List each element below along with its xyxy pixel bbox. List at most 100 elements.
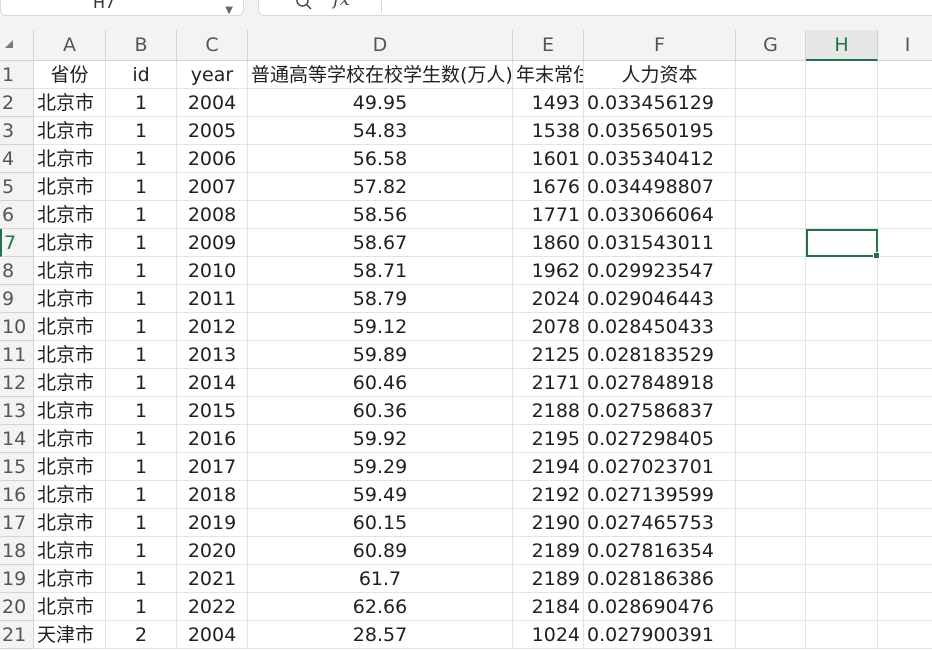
human-capital-cell[interactable]: 0.028450433 xyxy=(584,313,736,341)
students-cell[interactable]: 58.71 xyxy=(248,257,513,285)
id-cell[interactable]: 1 xyxy=(106,509,177,537)
empty-cell[interactable] xyxy=(806,425,878,453)
population-cell[interactable]: 1676 xyxy=(513,173,584,201)
province-cell[interactable]: 北京市 xyxy=(34,341,106,369)
empty-cell[interactable] xyxy=(878,621,932,649)
human-capital-cell[interactable]: 0.034498807 xyxy=(584,173,736,201)
id-cell[interactable]: 2 xyxy=(106,621,177,649)
empty-cell[interactable] xyxy=(736,313,806,341)
human-capital-cell[interactable]: 0.029923547 xyxy=(584,257,736,285)
year-cell[interactable]: 2021 xyxy=(177,565,248,593)
header-cell[interactable]: 人力资本 xyxy=(584,61,736,89)
empty-cell[interactable] xyxy=(878,89,932,117)
province-cell[interactable]: 北京市 xyxy=(34,117,106,145)
empty-cell[interactable] xyxy=(806,509,878,537)
province-cell[interactable]: 北京市 xyxy=(34,593,106,621)
students-cell[interactable]: 28.57 xyxy=(248,621,513,649)
column-header-b[interactable]: B xyxy=(106,30,177,61)
empty-cell[interactable] xyxy=(806,481,878,509)
population-cell[interactable]: 2024 xyxy=(513,285,584,313)
id-cell[interactable]: 1 xyxy=(106,369,177,397)
population-cell[interactable]: 2078 xyxy=(513,313,584,341)
id-cell[interactable]: 1 xyxy=(106,285,177,313)
id-cell[interactable]: 1 xyxy=(106,453,177,481)
search-icon[interactable] xyxy=(295,0,313,15)
human-capital-cell[interactable]: 0.027900391 xyxy=(584,621,736,649)
year-cell[interactable]: 2020 xyxy=(177,537,248,565)
empty-cell[interactable] xyxy=(736,341,806,369)
students-cell[interactable]: 59.89 xyxy=(248,341,513,369)
row-header[interactable]: 17 xyxy=(0,509,34,537)
header-cell[interactable]: year xyxy=(177,61,248,89)
province-cell[interactable]: 北京市 xyxy=(34,257,106,285)
year-cell[interactable]: 2018 xyxy=(177,481,248,509)
population-cell[interactable]: 1024 xyxy=(513,621,584,649)
row-header[interactable]: 14 xyxy=(0,425,34,453)
empty-cell[interactable] xyxy=(878,313,932,341)
human-capital-cell[interactable]: 0.035340412 xyxy=(584,145,736,173)
empty-cell[interactable] xyxy=(736,173,806,201)
name-box[interactable]: H7 ▼ xyxy=(0,0,244,16)
empty-cell[interactable] xyxy=(736,369,806,397)
function-icon[interactable]: fx xyxy=(333,0,350,10)
empty-cell[interactable] xyxy=(806,369,878,397)
empty-cell[interactable] xyxy=(878,201,932,229)
column-header-h[interactable]: H xyxy=(806,30,878,61)
column-header-f[interactable]: F xyxy=(584,30,736,61)
population-cell[interactable]: 2195 xyxy=(513,425,584,453)
students-cell[interactable]: 58.67 xyxy=(248,229,513,257)
column-header-g[interactable]: G xyxy=(736,30,806,61)
id-cell[interactable]: 1 xyxy=(106,397,177,425)
human-capital-cell[interactable]: 0.027139599 xyxy=(584,481,736,509)
empty-cell[interactable] xyxy=(736,61,806,89)
province-cell[interactable]: 北京市 xyxy=(34,173,106,201)
empty-cell[interactable] xyxy=(878,229,932,257)
students-cell[interactable]: 60.15 xyxy=(248,509,513,537)
row-header[interactable]: 6 xyxy=(0,201,34,229)
empty-cell[interactable] xyxy=(736,481,806,509)
empty-cell[interactable] xyxy=(736,229,806,257)
row-header[interactable]: 11 xyxy=(0,341,34,369)
human-capital-cell[interactable]: 0.035650195 xyxy=(584,117,736,145)
province-cell[interactable]: 北京市 xyxy=(34,89,106,117)
empty-cell[interactable] xyxy=(806,565,878,593)
empty-cell[interactable] xyxy=(736,285,806,313)
empty-cell[interactable] xyxy=(806,89,878,117)
province-cell[interactable]: 北京市 xyxy=(34,285,106,313)
students-cell[interactable]: 61.7 xyxy=(248,565,513,593)
empty-cell[interactable] xyxy=(878,285,932,313)
province-cell[interactable]: 北京市 xyxy=(34,201,106,229)
students-cell[interactable]: 58.79 xyxy=(248,285,513,313)
human-capital-cell[interactable]: 0.027816354 xyxy=(584,537,736,565)
empty-cell[interactable] xyxy=(736,453,806,481)
row-header[interactable]: 12 xyxy=(0,369,34,397)
empty-cell[interactable] xyxy=(806,453,878,481)
population-cell[interactable]: 2171 xyxy=(513,369,584,397)
empty-cell[interactable] xyxy=(878,397,932,425)
population-cell[interactable]: 1601 xyxy=(513,145,584,173)
formula-input[interactable]: fx xyxy=(258,0,932,16)
id-cell[interactable]: 1 xyxy=(106,425,177,453)
population-cell[interactable]: 1538 xyxy=(513,117,584,145)
id-cell[interactable]: 1 xyxy=(106,593,177,621)
year-cell[interactable]: 2019 xyxy=(177,509,248,537)
empty-cell[interactable] xyxy=(806,201,878,229)
id-cell[interactable]: 1 xyxy=(106,89,177,117)
column-header-a[interactable]: A xyxy=(34,30,106,61)
students-cell[interactable]: 56.58 xyxy=(248,145,513,173)
row-header[interactable]: 1 xyxy=(0,61,34,89)
row-header[interactable]: 4 xyxy=(0,145,34,173)
population-cell[interactable]: 1493 xyxy=(513,89,584,117)
empty-cell[interactable] xyxy=(878,61,932,89)
students-cell[interactable]: 59.29 xyxy=(248,453,513,481)
empty-cell[interactable] xyxy=(736,89,806,117)
students-cell[interactable]: 60.89 xyxy=(248,537,513,565)
empty-cell[interactable] xyxy=(806,621,878,649)
year-cell[interactable]: 2011 xyxy=(177,285,248,313)
year-cell[interactable]: 2015 xyxy=(177,397,248,425)
year-cell[interactable]: 2005 xyxy=(177,117,248,145)
human-capital-cell[interactable]: 0.033456129 xyxy=(584,89,736,117)
header-cell[interactable]: 普通高等学校在校学生数(万人) xyxy=(248,61,513,89)
province-cell[interactable]: 北京市 xyxy=(34,509,106,537)
empty-cell[interactable] xyxy=(736,201,806,229)
